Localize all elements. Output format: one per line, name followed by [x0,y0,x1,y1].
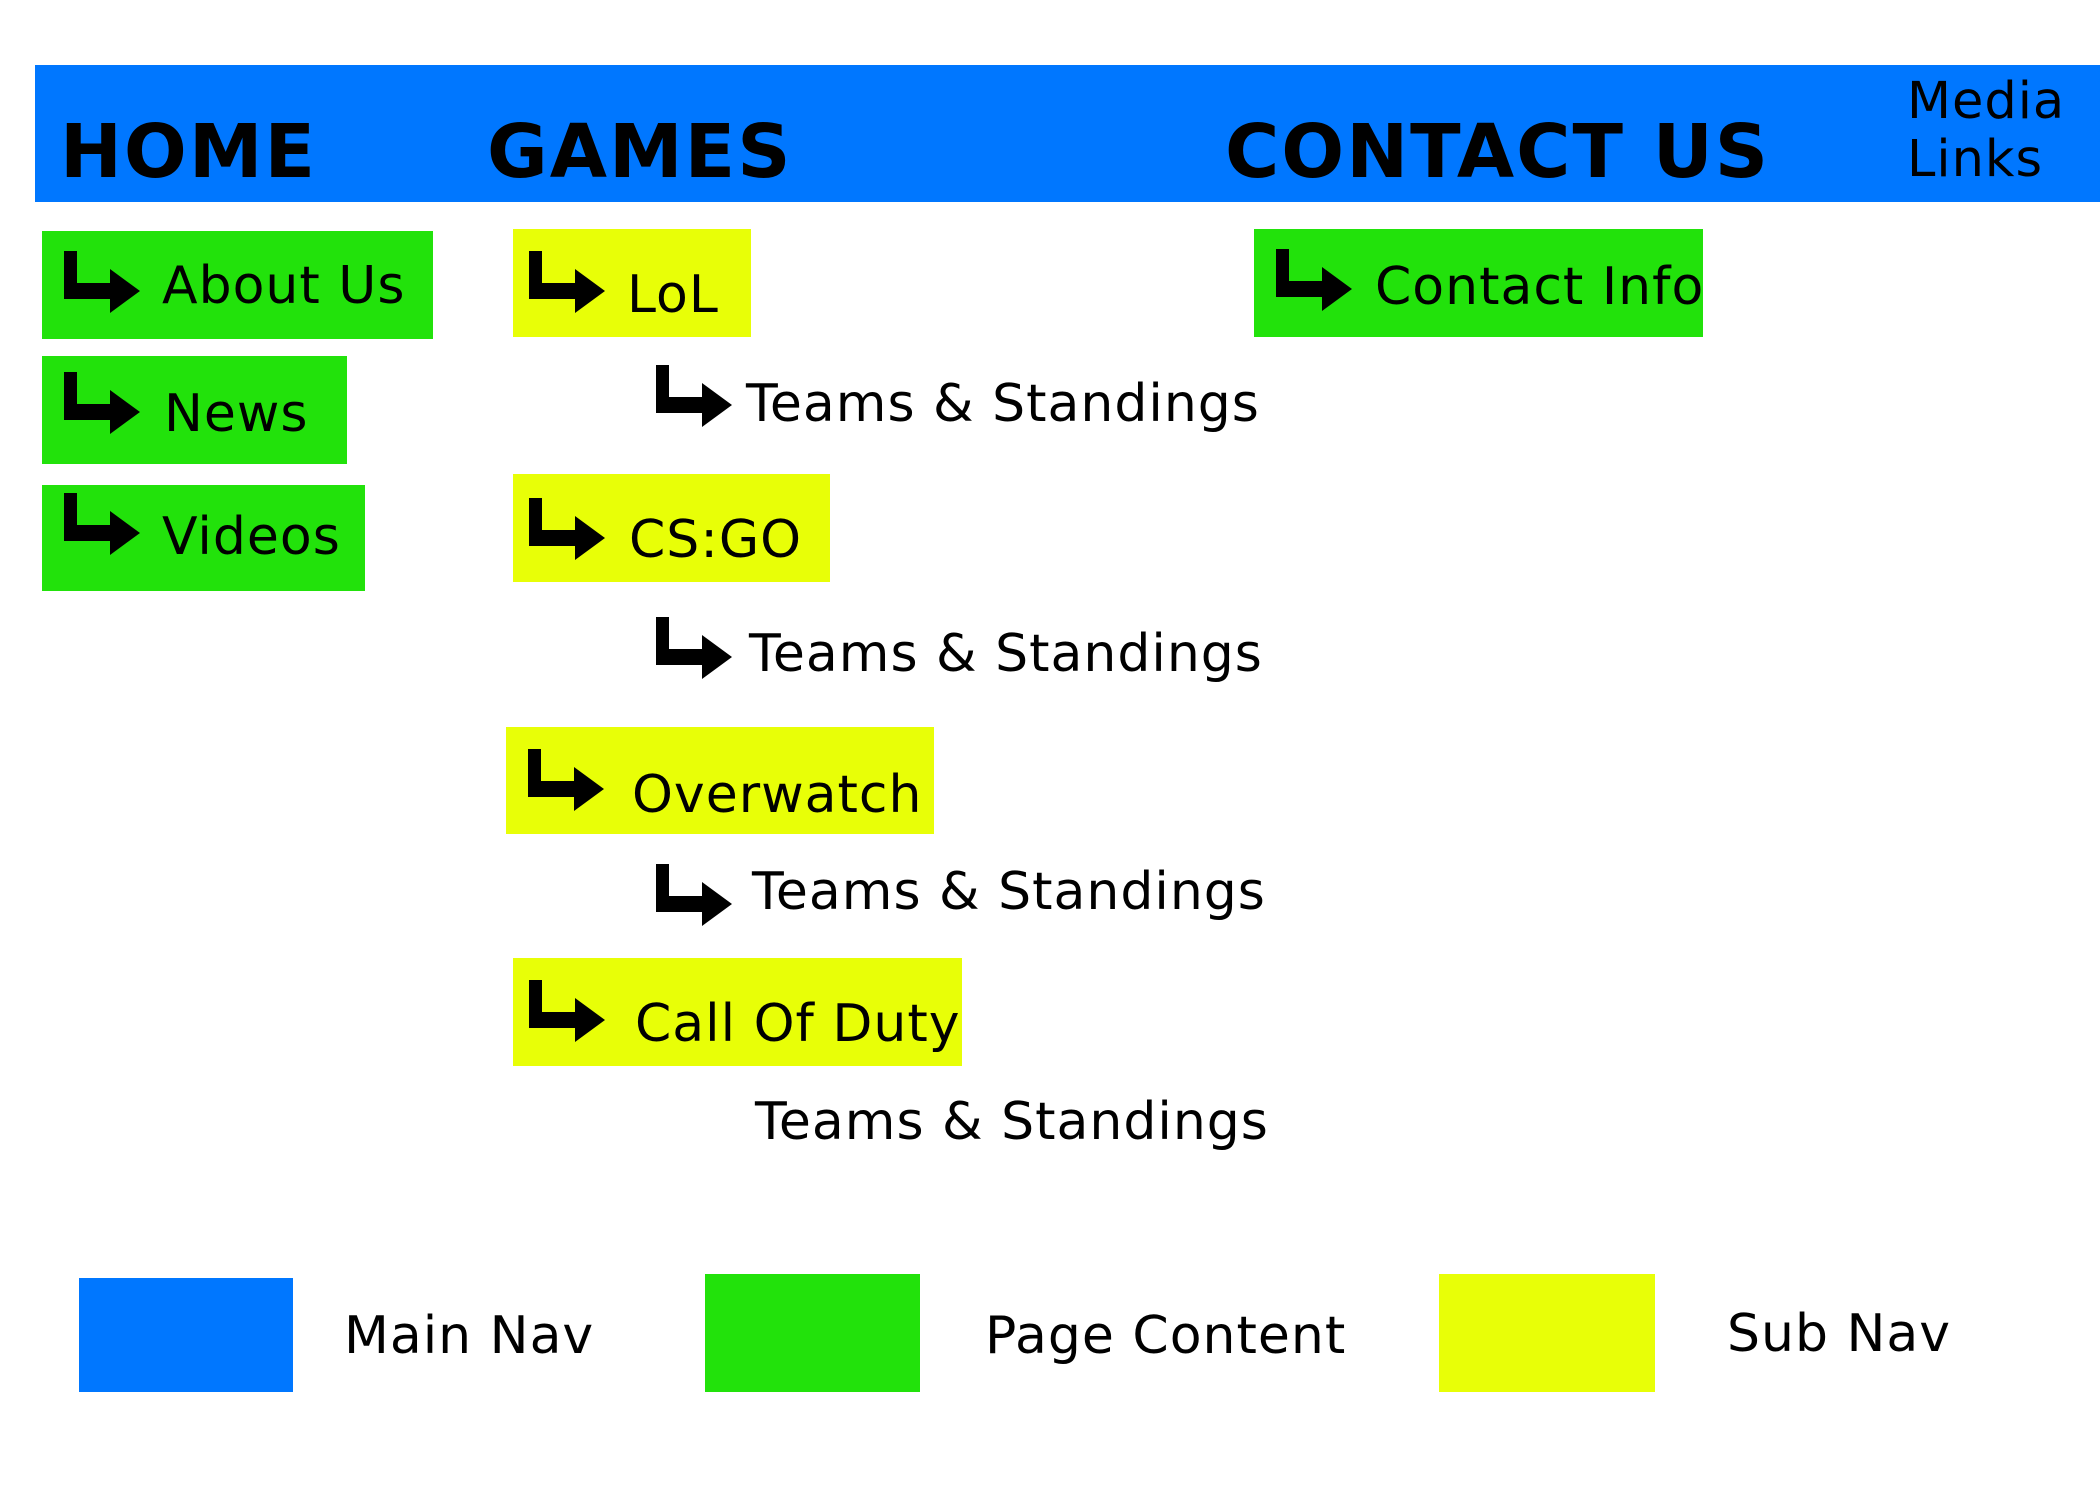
page-box-contact-info[interactable]: Contact Info [1254,229,1703,337]
subnav-label-lol: LoL [627,265,719,325]
arrow-right-turn-icon [64,372,140,434]
arrow-right-turn-icon [64,493,140,555]
legend-label-sub-nav: Sub Nav [1727,1304,1952,1364]
subnav-box-call-of-duty[interactable]: Call Of Duty [513,958,962,1066]
teams-standings-call-of-duty[interactable]: Teams & Standings [755,1096,1269,1148]
nav-home[interactable]: HOME [60,115,317,189]
subnav-box-lol[interactable]: LoL [513,229,751,337]
legend-label-main-nav: Main Nav [344,1306,595,1366]
page-box-videos[interactable]: Videos [42,485,365,591]
arrow-right-turn-icon [528,749,604,811]
arrow-right-turn-icon [64,251,140,313]
page-label-about-us: About Us [162,256,406,316]
media-line-1: Media [1907,72,2066,131]
nav-media-links[interactable]: Media Links [1907,73,2065,189]
subnav-label-csgo: CS:GO [629,510,803,570]
subnav-label-call-of-duty: Call Of Duty [635,994,961,1054]
page-box-news[interactable]: News [42,356,347,464]
page-label-news: News [164,384,309,444]
teams-standings-overwatch[interactable]: Teams & Standings [752,866,1266,918]
nav-contact-us[interactable]: CONTACT US [1225,115,1770,189]
arrow-right-turn-icon [1276,249,1352,311]
subnav-label-overwatch: Overwatch [632,765,923,825]
arrow-right-turn-icon [529,498,605,560]
subnav-box-overwatch[interactable]: Overwatch [506,727,934,834]
page-label-contact-info: Contact Info [1375,257,1705,317]
legend: Main Nav Page Content Sub Nav [0,1270,2100,1400]
teams-standings-lol[interactable]: Teams & Standings [746,378,1260,430]
legend-swatch-main-nav [79,1278,293,1392]
arrow-right-turn-icon [656,617,732,679]
page-box-about-us[interactable]: About Us [42,231,433,339]
main-nav-bar: HOME GAMES CONTACT US Media Links [35,65,2100,202]
arrow-right-turn-icon [656,864,732,926]
arrow-right-turn-icon [656,365,732,427]
page-label-videos: Videos [162,507,341,567]
arrow-right-turn-icon [529,980,605,1042]
legend-swatch-sub-nav [1439,1274,1655,1392]
arrow-right-turn-icon [529,251,605,313]
legend-label-page-content: Page Content [985,1306,1347,1366]
subnav-box-csgo[interactable]: CS:GO [513,474,830,582]
nav-games[interactable]: GAMES [487,115,793,189]
teams-standings-csgo[interactable]: Teams & Standings [749,628,1263,680]
legend-swatch-page-content [705,1274,920,1392]
media-line-2: Links [1907,130,2044,189]
